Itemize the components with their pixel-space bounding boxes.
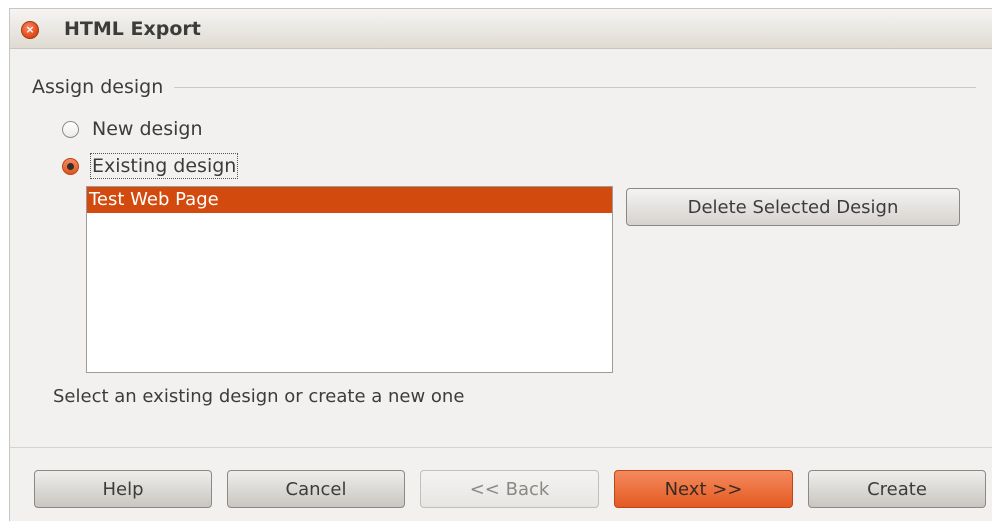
design-list[interactable]: Test Web Page: [86, 186, 613, 373]
html-export-dialog: × HTML Export Assign design New design E…: [9, 8, 992, 521]
existing-design-radio[interactable]: [62, 157, 79, 175]
cancel-button[interactable]: Cancel: [227, 470, 405, 508]
list-item[interactable]: Test Web Page: [87, 187, 612, 213]
existing-design-label[interactable]: Existing design: [89, 153, 239, 179]
create-button[interactable]: Create: [808, 470, 986, 508]
button-separator: [10, 447, 992, 448]
new-design-option[interactable]: New design: [62, 118, 203, 140]
dialog-title: HTML Export: [64, 18, 201, 40]
next-button[interactable]: Next >>: [614, 470, 793, 508]
help-button[interactable]: Help: [34, 470, 212, 508]
new-design-label[interactable]: New design: [92, 118, 203, 140]
delete-selected-design-button[interactable]: Delete Selected Design: [626, 188, 960, 226]
hint-text: Select an existing design or create a ne…: [53, 386, 465, 407]
assign-design-heading: Assign design: [32, 76, 164, 98]
section-divider: [174, 87, 976, 88]
back-button[interactable]: << Back: [420, 470, 599, 508]
existing-design-option[interactable]: Existing design: [62, 153, 239, 179]
close-icon[interactable]: ×: [21, 21, 39, 39]
title-bar: × HTML Export: [10, 9, 992, 49]
new-design-radio[interactable]: [62, 120, 79, 138]
